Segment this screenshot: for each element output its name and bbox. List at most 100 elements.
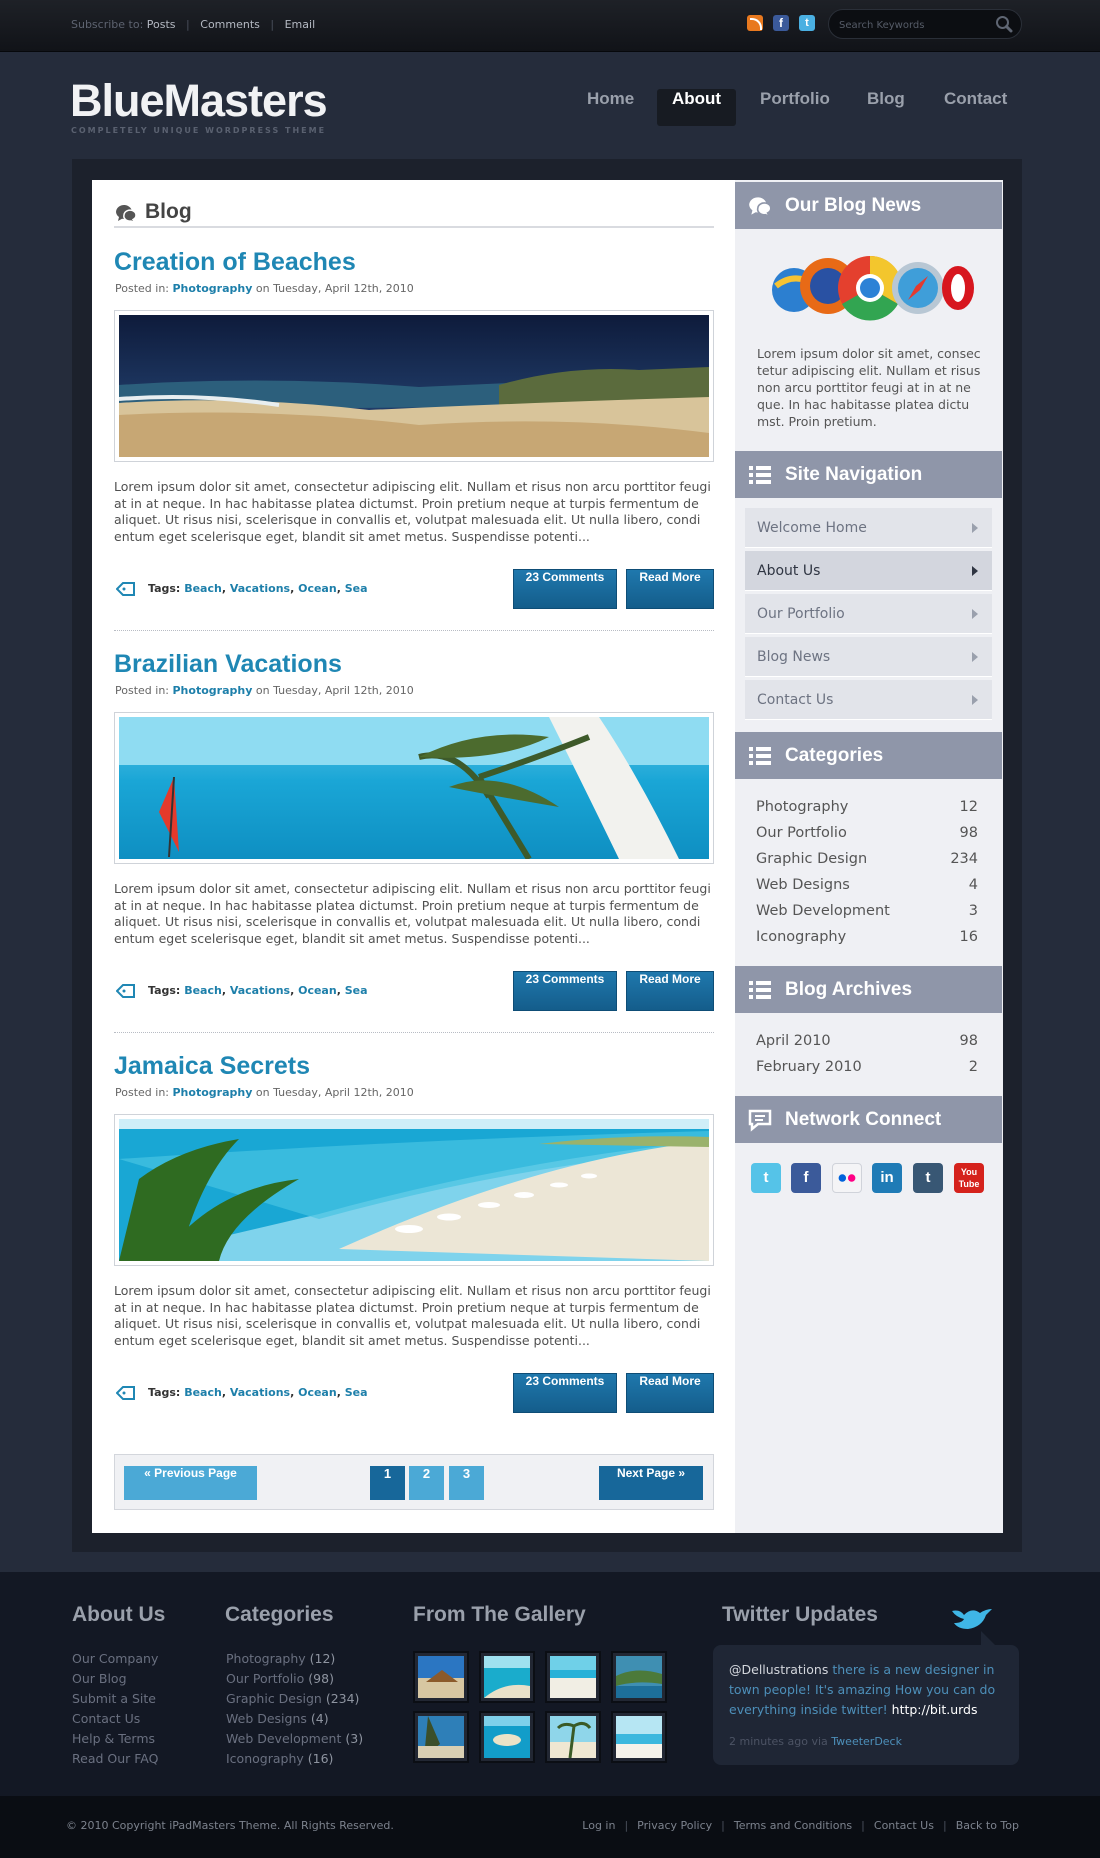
comments-button[interactable]: 23 Comments [513, 971, 617, 1011]
gallery-thumbnail[interactable] [611, 1651, 667, 1703]
tag-link[interactable]: Sea [345, 582, 368, 595]
next-page-button[interactable]: Next Page » [599, 1466, 703, 1500]
tweet-url-link[interactable]: http://bit.urds [892, 1702, 978, 1717]
nav-contact[interactable]: Contact [929, 89, 1022, 126]
tag-link[interactable]: Sea [345, 984, 368, 997]
post-title[interactable]: Jamaica Secrets [114, 1052, 310, 1081]
sidebar-item-welcome-home[interactable]: Welcome Home [745, 508, 992, 548]
tag-link[interactable]: Vacations [230, 582, 290, 595]
post-image[interactable] [114, 712, 714, 864]
tag-link[interactable]: Vacations [230, 984, 290, 997]
category-item[interactable]: Graphic Design 234 [756, 848, 978, 870]
rss-icon[interactable] [747, 15, 763, 31]
gallery-thumbnail[interactable] [413, 1711, 469, 1763]
read-more-button[interactable]: Read More [626, 1373, 714, 1413]
footer-category-link[interactable]: Web Development (3) [226, 1729, 363, 1749]
nav-portfolio[interactable]: Portfolio [745, 89, 845, 126]
gallery-thumbnail[interactable] [545, 1711, 601, 1763]
post-date: on Tuesday, April 12th, 2010 [255, 684, 414, 697]
footer-category-link[interactable]: Photography (12) [226, 1649, 335, 1669]
search-input[interactable] [839, 16, 989, 34]
terms-link[interactable]: Terms and Conditions [734, 1819, 852, 1832]
page-3-button[interactable]: 3 [449, 1466, 484, 1500]
sidebar-item-blog-news[interactable]: Blog News [745, 637, 992, 677]
page-2-button[interactable]: 2 [409, 1466, 444, 1500]
read-more-button[interactable]: Read More [626, 971, 714, 1011]
page-1-button[interactable]: 1 [370, 1466, 405, 1500]
footer-category-link[interactable]: Our Portfolio (98) [226, 1669, 334, 1689]
tweet-via-link[interactable]: TweeterDeck [831, 1735, 902, 1748]
tag-link[interactable]: Sea [345, 1386, 368, 1399]
category-item[interactable]: Web Designs 4 [756, 874, 978, 896]
sidebar-item-label: Welcome Home [757, 520, 867, 536]
post-date: on Tuesday, April 12th, 2010 [255, 282, 414, 295]
login-link[interactable]: Log in [582, 1819, 615, 1832]
category-item[interactable]: Photography 12 [756, 796, 978, 818]
category-item[interactable]: Our Portfolio 98 [756, 822, 978, 844]
nav-blog[interactable]: Blog [852, 89, 920, 126]
footer-link[interactable]: Help & Terms [72, 1729, 155, 1749]
twitter-icon[interactable]: t [799, 15, 815, 31]
post-title[interactable]: Brazilian Vacations [114, 650, 342, 679]
flickr-icon[interactable] [832, 1163, 862, 1193]
tag-link[interactable]: Ocean [298, 984, 337, 997]
subscribe-comments-link[interactable]: Comments [200, 18, 260, 31]
tag-link[interactable]: Ocean [298, 1386, 337, 1399]
youtube-icon[interactable]: You Tube [954, 1163, 984, 1193]
nav-home[interactable]: Home [572, 89, 649, 126]
footer-category-link[interactable]: Graphic Design (234) [226, 1689, 359, 1709]
footer-link[interactable]: Read Our FAQ [72, 1749, 158, 1769]
post-image[interactable] [114, 310, 714, 462]
subscribe-posts-link[interactable]: Posts [147, 18, 176, 31]
footer-link[interactable]: Submit a Site [72, 1689, 156, 1709]
gallery-thumbnail[interactable] [479, 1711, 535, 1763]
post-image[interactable] [114, 1114, 714, 1266]
category-item[interactable]: Iconography 16 [756, 926, 978, 948]
footer-link[interactable]: Contact Us [72, 1709, 140, 1729]
tumblr-icon[interactable]: t [913, 1163, 943, 1193]
footer-categories-title: Categories [225, 1603, 334, 1626]
comments-button[interactable]: 23 Comments [513, 569, 617, 609]
post-category-link[interactable]: Photography [173, 1086, 253, 1099]
linkedin-icon[interactable]: in [872, 1163, 902, 1193]
tweet-user-link[interactable]: @Dellustrations [729, 1662, 828, 1677]
nav-about[interactable]: About [657, 89, 737, 126]
privacy-policy-link[interactable]: Privacy Policy [637, 1819, 712, 1832]
facebook-icon[interactable]: f [773, 15, 789, 31]
sidebar-item-our-portfolio[interactable]: Our Portfolio [745, 594, 992, 634]
tweet-time-text: 2 minutes ago via [729, 1735, 832, 1748]
archive-item[interactable]: April 2010 98 [756, 1030, 978, 1052]
sidebar-item-about-us[interactable]: About Us [745, 551, 992, 591]
contact-us-link[interactable]: Contact Us [874, 1819, 934, 1832]
gallery-thumbnail[interactable] [611, 1711, 667, 1763]
tag-link[interactable]: Beach [184, 582, 222, 595]
tag-link[interactable]: Ocean [298, 582, 337, 595]
footer-category-link[interactable]: Web Designs (4) [226, 1709, 329, 1729]
back-to-top-link[interactable]: Back to Top [956, 1819, 1019, 1832]
site-logo[interactable]: BlueMasters [70, 78, 328, 124]
archive-item[interactable]: February 2010 2 [756, 1056, 978, 1078]
category-name: Iconography [226, 1751, 304, 1766]
post-category-link[interactable]: Photography [173, 282, 253, 295]
post-category-link[interactable]: Photography [173, 684, 253, 697]
gallery-thumbnail[interactable] [545, 1651, 601, 1703]
read-more-button[interactable]: Read More [626, 569, 714, 609]
twitter-icon[interactable]: t [751, 1163, 781, 1193]
previous-page-button[interactable]: « Previous Page [124, 1466, 257, 1500]
gallery-thumbnail[interactable] [479, 1651, 535, 1703]
search-icon[interactable] [995, 15, 1013, 33]
footer-category-link[interactable]: Iconography (16) [226, 1749, 333, 1769]
facebook-icon[interactable]: f [791, 1163, 821, 1193]
tag-link[interactable]: Vacations [230, 1386, 290, 1399]
sidebar-item-contact-us[interactable]: Contact Us [745, 680, 992, 720]
tag-link[interactable]: Beach [184, 984, 222, 997]
footer-link[interactable]: Our Blog [72, 1669, 127, 1689]
footer-link[interactable]: Our Company [72, 1649, 158, 1669]
category-item[interactable]: Web Development 3 [756, 900, 978, 922]
post-title[interactable]: Creation of Beaches [114, 248, 356, 277]
tag-link[interactable]: Beach [184, 1386, 222, 1399]
comments-button[interactable]: 23 Comments [513, 1373, 617, 1413]
category-count: 3 [968, 903, 978, 919]
gallery-thumbnail[interactable] [413, 1651, 469, 1703]
subscribe-email-link[interactable]: Email [285, 18, 316, 31]
